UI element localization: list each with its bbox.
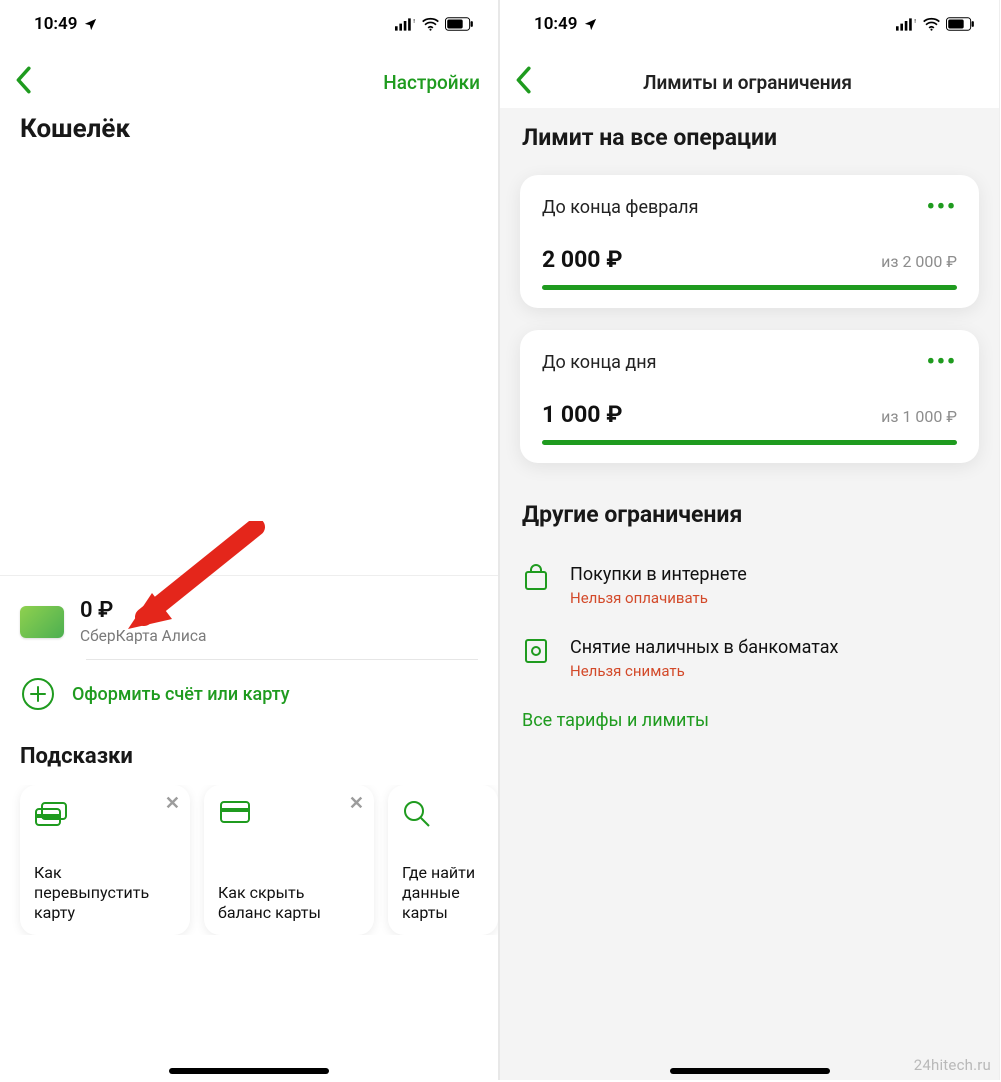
restriction-status: Нельзя оплачивать [570, 589, 747, 607]
cellular-icon: ! [395, 18, 416, 31]
phone-wallet: 10:49 ! Настройки [0, 0, 500, 1080]
atm-icon [522, 637, 552, 680]
battery-icon [445, 17, 474, 31]
status-bar: 10:49 ! [500, 0, 999, 42]
close-icon[interactable]: ✕ [165, 793, 180, 814]
hint-card[interactable]: ✕ Как перевыпустить карту [20, 785, 190, 935]
section-title: Лимит на все операции [500, 108, 999, 165]
limit-card-day[interactable]: До конца дня ••• 1 000 ₽ из 1 000 ₽ [520, 330, 979, 463]
watermark: 24hitech.ru [914, 1056, 991, 1074]
other-restrictions-title: Другие ограничения [500, 475, 999, 542]
all-tariffs-link[interactable]: Все тарифы и лимиты [500, 696, 999, 731]
card-icon [218, 799, 360, 833]
hints-row[interactable]: ✕ Как перевыпустить карту ✕ Как скрыть б… [0, 785, 498, 935]
wallet-title: Кошелёк [0, 108, 498, 156]
cellular-icon: ! [896, 18, 917, 31]
back-button[interactable] [14, 66, 32, 98]
phone-limits: 10:49 ! Лимиты и огранич [500, 0, 999, 1080]
account-row[interactable]: 0 ₽ СберКарта Алиса [20, 588, 478, 659]
hint-text: Как скрыть баланс карты [218, 883, 360, 923]
more-icon[interactable]: ••• [927, 195, 957, 220]
battery-icon [946, 17, 975, 31]
add-account-label: Оформить счёт или карту [72, 684, 290, 705]
home-indicator[interactable] [670, 1068, 830, 1074]
search-icon [402, 799, 484, 833]
status-bar: 10:49 ! [0, 0, 498, 42]
restriction-title: Покупки в интернете [570, 564, 747, 585]
limit-amount: 2 000 ₽ [542, 246, 622, 273]
wifi-icon [922, 17, 941, 31]
home-indicator[interactable] [169, 1068, 329, 1074]
card-icon [20, 606, 64, 638]
restriction-title: Снятие наличных в банкоматах [570, 637, 838, 658]
cards-icon [34, 799, 176, 833]
hint-card[interactable]: ✕ Как скрыть баланс карты [204, 785, 374, 935]
wallet-empty-area [0, 156, 498, 576]
hint-text: Как перевыпустить карту [34, 863, 176, 923]
status-time: 10:49 [534, 14, 577, 34]
add-account-row[interactable]: Оформить счёт или карту [20, 660, 478, 728]
plus-icon [22, 678, 54, 710]
close-icon[interactable]: ✕ [349, 793, 364, 814]
limit-amount: 1 000 ₽ [542, 401, 622, 428]
svg-text:!: ! [413, 18, 415, 24]
limit-progress-bar [542, 285, 957, 290]
limit-progress-bar [542, 440, 957, 445]
back-button[interactable] [514, 66, 532, 98]
limit-period: До конца дня [542, 352, 657, 373]
hint-card[interactable]: Где найти данные карты [388, 785, 498, 935]
restriction-internet[interactable]: Покупки в интернете Нельзя оплачивать [522, 550, 977, 623]
more-icon[interactable]: ••• [927, 350, 957, 375]
shopping-bag-icon [522, 564, 552, 607]
hint-text: Где найти данные карты [402, 863, 484, 923]
page-title: Лимиты и ограничения [532, 71, 963, 94]
card-name: СберКарта Алиса [80, 627, 206, 645]
settings-link[interactable]: Настройки [383, 71, 480, 94]
restriction-status: Нельзя снимать [570, 662, 838, 680]
svg-text:!: ! [914, 18, 916, 24]
limit-period: До конца февраля [542, 197, 698, 218]
app-header: Настройки [0, 42, 498, 108]
limit-of: из 2 000 ₽ [881, 252, 957, 271]
balance-amount: 0 ₽ [80, 598, 206, 623]
hints-heading: Подсказки [0, 728, 498, 785]
app-header: Лимиты и ограничения [500, 42, 999, 108]
restriction-atm[interactable]: Снятие наличных в банкоматах Нельзя сним… [522, 623, 977, 696]
wifi-icon [421, 17, 440, 31]
location-icon [83, 17, 98, 32]
location-icon [583, 17, 598, 32]
limit-card-month[interactable]: До конца февраля ••• 2 000 ₽ из 2 000 ₽ [520, 175, 979, 308]
limit-of: из 1 000 ₽ [881, 407, 957, 426]
status-time: 10:49 [34, 14, 77, 34]
